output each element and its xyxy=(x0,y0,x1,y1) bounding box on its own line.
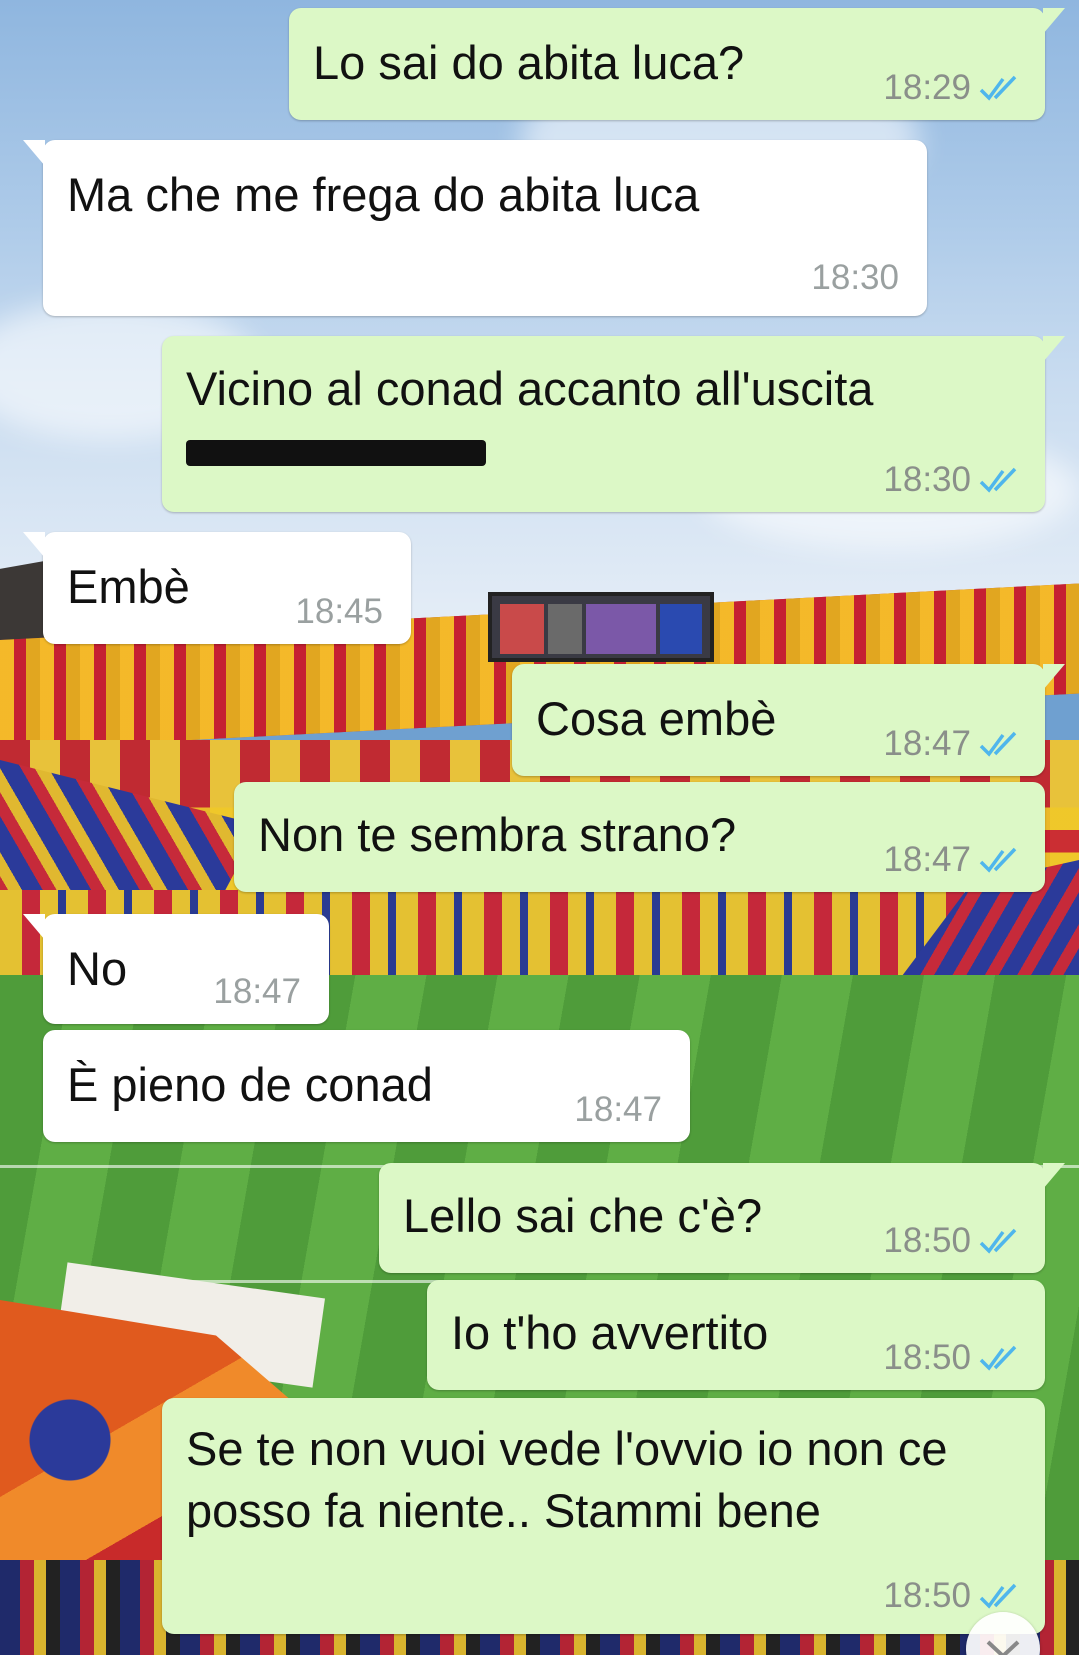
message-meta: 18:30 xyxy=(883,460,1023,500)
message-meta: 18:47 xyxy=(213,972,301,1012)
bubble-tail xyxy=(1043,8,1065,34)
message-text: Cosa embè xyxy=(536,692,777,745)
message-meta: 18:47 xyxy=(883,724,1023,764)
message-meta: 18:30 xyxy=(811,258,899,298)
message-text: Ma che me frega do abita luca xyxy=(67,168,700,221)
message-time: 18:30 xyxy=(811,258,899,297)
message-bubble-outgoing[interactable]: Cosa embè 18:47 xyxy=(512,664,1065,776)
message-text: Non te sembra strano? xyxy=(258,808,737,861)
message-meta: 18:50 xyxy=(883,1576,1023,1616)
message-meta: 18:47 xyxy=(574,1090,662,1130)
double-check-icon xyxy=(979,1345,1017,1371)
message-text: Lello sai che c'è? xyxy=(403,1189,763,1242)
double-check-icon xyxy=(979,847,1017,873)
message-meta: 18:50 xyxy=(883,1221,1023,1261)
message-time: 18:47 xyxy=(883,724,971,763)
bubble-tail xyxy=(1043,1163,1065,1189)
message-bubble-outgoing[interactable]: Lo sai do abita luca? 18:29 xyxy=(289,8,1065,120)
message-bubble-outgoing[interactable]: Se te non vuoi vede l'ovvio io non ce po… xyxy=(162,1398,1045,1634)
message-text: Lo sai do abita luca? xyxy=(313,36,745,89)
scroll-to-bottom-button[interactable] xyxy=(966,1612,1040,1655)
message-time: 18:50 xyxy=(883,1338,971,1377)
double-check-icon xyxy=(979,731,1017,757)
redaction-bar xyxy=(186,440,486,466)
message-time: 18:50 xyxy=(883,1576,971,1615)
message-bubble-incoming[interactable]: No 18:47 xyxy=(23,914,329,1024)
double-check-icon xyxy=(979,75,1017,101)
bubble-tail xyxy=(1043,664,1065,690)
message-bubble-outgoing[interactable]: Io t'ho avvertito 18:50 xyxy=(427,1280,1045,1390)
message-time: 18:50 xyxy=(883,1221,971,1260)
chevron-down-icon xyxy=(986,1640,1020,1655)
message-bubble-incoming[interactable]: Ma che me frega do abita luca 18:30 xyxy=(23,140,927,316)
message-bubble-outgoing[interactable]: Vicino al conad accanto all'uscita 18:30 xyxy=(162,336,1065,512)
message-meta: 18:47 xyxy=(883,840,1023,880)
message-bubble-outgoing[interactable]: Lello sai che c'è? 18:50 xyxy=(379,1163,1065,1273)
bubble-tail xyxy=(23,140,45,166)
bubble-tail xyxy=(1043,336,1065,362)
message-time: 18:47 xyxy=(213,972,301,1011)
message-time: 18:47 xyxy=(883,840,971,879)
bubble-tail xyxy=(23,914,45,940)
message-text: È pieno de conad xyxy=(67,1058,433,1111)
message-list[interactable]: Lo sai do abita luca? 18:29 Ma che me fr… xyxy=(0,0,1079,1655)
message-bubble-incoming[interactable]: È pieno de conad 18:47 xyxy=(43,1030,690,1142)
double-check-icon xyxy=(979,1228,1017,1254)
bubble-tail xyxy=(23,532,45,558)
message-meta: 18:29 xyxy=(883,68,1023,108)
message-time: 18:29 xyxy=(883,68,971,107)
message-time: 18:45 xyxy=(295,592,383,631)
message-text: Vicino al conad accanto all'uscita xyxy=(186,362,874,415)
message-text: Embè xyxy=(67,560,190,613)
message-time: 18:30 xyxy=(883,460,971,499)
message-bubble-outgoing[interactable]: Non te sembra strano? 18:47 xyxy=(234,782,1045,892)
message-meta: 18:45 xyxy=(295,592,383,632)
message-meta: 18:50 xyxy=(883,1338,1023,1378)
message-text: Se te non vuoi vede l'ovvio io non ce po… xyxy=(186,1422,948,1537)
message-bubble-incoming[interactable]: Embè 18:45 xyxy=(23,532,411,644)
message-text: No xyxy=(67,942,128,995)
double-check-icon xyxy=(979,1583,1017,1609)
message-text: Io t'ho avvertito xyxy=(451,1306,769,1359)
double-check-icon xyxy=(979,467,1017,493)
message-time: 18:47 xyxy=(574,1090,662,1129)
